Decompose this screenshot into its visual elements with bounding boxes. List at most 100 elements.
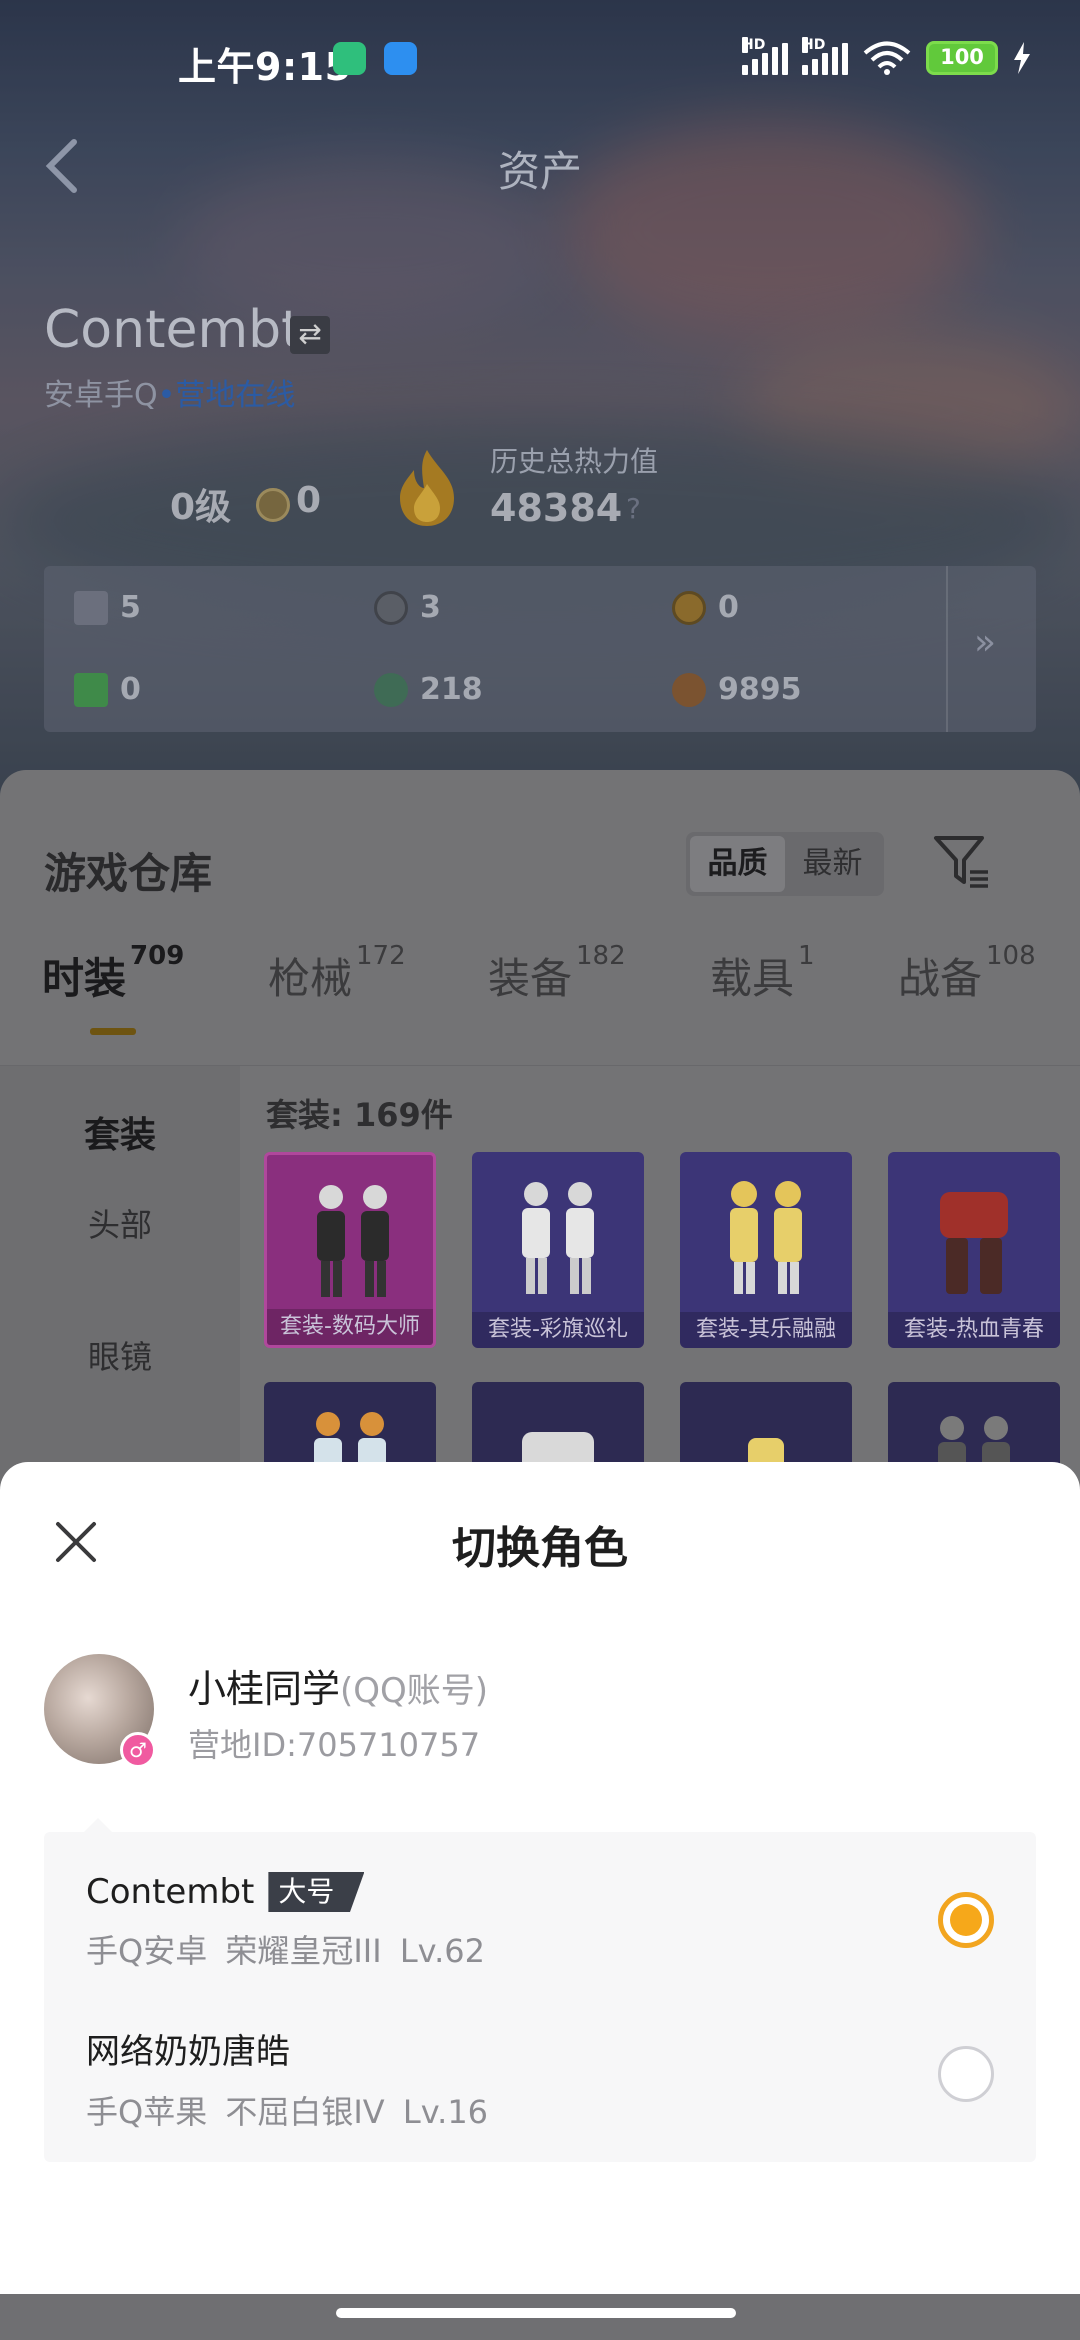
resource-item: 218 [374,672,483,707]
tab-label: 装备 [488,954,573,1003]
sort-toggle: 品质 最新 [686,832,884,896]
rank-points: 0 [296,480,322,521]
resource-value: 0 [120,672,141,707]
card-icon [74,590,108,625]
filter-icon[interactable] [932,832,992,892]
pointer-notch [84,1818,112,1832]
outfit-card[interactable]: 套装-其乐融融 [680,1152,852,1348]
tab-guns[interactable]: 枪械 172 [268,941,406,1006]
role-item[interactable]: 网络奶奶唐皓 手Q苹果 不屈白银IV Lv.16 [86,2024,986,2133]
tab-count: 172 [356,941,406,971]
hd-label: HD [802,37,826,53]
role-name-text: 网络奶奶唐皓 [86,2032,290,2072]
main-account-badge: 大号 [268,1872,365,1912]
side-item-head[interactable]: 头部 [0,1200,240,1246]
resource-value: 3 [420,590,441,625]
qq-badge-icon: ♂ [120,1732,156,1768]
role-radio-selected[interactable] [938,1892,994,1948]
outfit-figure-icon [522,1182,594,1294]
divider [946,566,948,732]
account-name-text: 小桂同学 [188,1667,341,1711]
side-item-sets[interactable]: 套装 [0,1106,240,1158]
wifi-icon [863,41,911,75]
messenger-app-icon [384,42,417,75]
platform-label: 安卓手Q [44,378,158,413]
outfit-card[interactable]: 套装-彩旗巡礼 [472,1152,644,1348]
heat-help-icon[interactable]: ? [626,492,641,525]
resource-value: 9895 [718,672,802,707]
sort-quality-button[interactable]: 品质 [690,836,785,892]
outfit-card[interactable]: 套装-数码大师 [264,1152,436,1348]
camp-id: 营地ID:705710757 [188,1726,481,1764]
role-name: 网络奶奶唐皓 [86,2024,986,2073]
role-meta: 手Q苹果 不屈白银IV Lv.16 [86,2093,489,2131]
gem-icon [374,672,408,707]
online-status: 营地在线 [175,378,296,413]
token-icon [672,590,706,625]
side-item-glasses[interactable]: 眼镜 [0,1332,240,1378]
outfit-caption: 套装-数码大师 [267,1309,433,1345]
charging-icon [1014,42,1030,74]
switch-role-sheet: 切换角色 ♂ 小桂同学(QQ账号) 营地ID:705710757 Contemb… [0,1462,1080,2294]
home-indicator[interactable] [336,2308,736,2318]
status-indicators: HD HD 100 [742,37,1032,76]
tab-label: 战备 [898,954,983,1003]
outfit-card[interactable]: 套装-热血青春 [888,1152,1060,1348]
resource-value: 218 [420,672,483,707]
level-label: 0级 [170,487,232,528]
signal-icon: HD [742,37,788,75]
outfit-caption: 套装-彩旗巡礼 [472,1312,644,1348]
resource-item: 5 [74,590,141,625]
heat-value: 48384 [490,486,623,530]
tab-vehicles[interactable]: 载具 1 [710,941,815,1006]
outfit-figure-icon [317,1185,389,1297]
account-type-tag: (QQ账号) [340,1671,489,1711]
role-list: Contembt 大号 手Q安卓 荣耀皇冠III Lv.62 网络奶奶唐皓 手Q… [44,1832,1036,2162]
status-bar: 上午9:15 HD HD 100 [0,0,1080,118]
platform-line: 安卓手Q•营地在线 [44,370,295,414]
flame-icon [400,450,454,526]
resource-value: 5 [120,590,141,625]
resource-item: 0 [672,590,739,625]
heat-label: 历史总热力值 [490,445,659,478]
outfit-figure-icon [940,1192,1008,1294]
status-time: 上午9:15 [178,45,352,89]
online-dot: • [157,378,176,413]
hd-label: HD [742,37,766,53]
player-name: Contembt [44,300,302,360]
tab-label: 枪械 [268,954,353,1003]
role-name-text: Contembt [86,1872,255,1912]
sheet-title: 切换角色 [452,1523,628,1574]
category-tabs: 时装 709 枪械 172 装备 182 载具 1 战备 108 [0,941,1080,1035]
resource-item: 9895 [672,672,802,707]
outfit-caption: 套装-其乐融融 [680,1312,852,1348]
more-arrow-icon[interactable]: » [974,622,996,663]
ticket-icon [74,672,108,707]
tab-label: 时装 [42,954,127,1003]
signal-icon: HD [802,37,848,75]
account-name: 小桂同学(QQ账号) [188,1658,488,1713]
battery-indicator: 100 [926,41,998,75]
resource-panel: 5 3 0 0 218 9895 » [44,566,1036,732]
role-name: Contembt 大号 [86,1872,986,1912]
resource-value: 0 [718,590,739,625]
role-meta: 手Q安卓 荣耀皇冠III Lv.62 [86,1932,486,1970]
tab-equipment[interactable]: 装备 182 [488,941,626,1006]
sort-latest-button[interactable]: 最新 [785,836,880,892]
switch-account-icon[interactable]: ⇄ [290,316,330,354]
page-title: 资产 [497,147,582,196]
resource-item: 3 [374,590,441,625]
outfit-figure-icon [730,1181,802,1294]
warehouse-title: 游戏仓库 [44,849,213,898]
shield-app-icon [333,42,366,75]
outfit-caption: 套装-热血青春 [888,1312,1060,1348]
active-tab-underline [90,1028,136,1035]
bronze-coin-icon [672,672,706,707]
set-count: 套装: 169件 [266,1096,453,1134]
role-radio-unselected[interactable] [938,2046,994,2102]
tab-count: 1 [798,941,815,971]
tab-supplies[interactable]: 战备 108 [898,941,1036,1006]
tab-count: 182 [576,941,626,971]
tab-fashion[interactable]: 时装 709 [42,941,184,1006]
role-item[interactable]: Contembt 大号 手Q安卓 荣耀皇冠III Lv.62 [86,1872,986,1972]
